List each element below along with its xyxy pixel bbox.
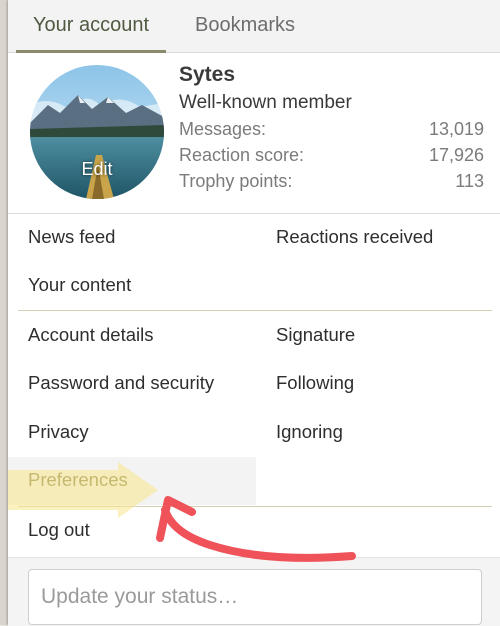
link-following[interactable]: Following xyxy=(276,371,354,395)
status-input[interactable] xyxy=(28,569,482,625)
link-password-security[interactable]: Password and security xyxy=(28,371,214,395)
link-log-out[interactable]: Log out xyxy=(28,518,90,542)
link-news-feed[interactable]: News feed xyxy=(28,225,115,249)
username[interactable]: Sytes xyxy=(179,63,235,87)
link-privacy[interactable]: Privacy xyxy=(28,420,89,444)
avatar[interactable]: Edit xyxy=(30,65,164,199)
menu-divider xyxy=(18,310,492,311)
link-your-content[interactable]: Your content xyxy=(28,273,131,297)
stat-label: Reaction score: xyxy=(179,145,305,165)
account-menu: Your account Bookmarks Edit Sytes Well-k… xyxy=(8,0,500,626)
stat-value: 13,019 xyxy=(428,119,484,139)
menu-tabs: Your account Bookmarks xyxy=(8,0,500,53)
link-ignoring[interactable]: Ignoring xyxy=(276,420,343,444)
page-background-left xyxy=(0,0,8,625)
stat-value: 17,926 xyxy=(428,145,484,165)
link-account-details[interactable]: Account details xyxy=(28,323,153,347)
user-title: Well-known member xyxy=(179,92,352,113)
link-signature[interactable]: Signature xyxy=(276,323,355,347)
profile-summary: Edit Sytes Well-known member Messages: 1… xyxy=(8,53,500,214)
stat-value: 113 xyxy=(455,171,484,191)
status-update-area xyxy=(8,557,500,626)
tab-bookmarks[interactable]: Bookmarks xyxy=(170,0,320,50)
tab-your-account[interactable]: Your account xyxy=(16,0,166,53)
link-reactions-received[interactable]: Reactions received xyxy=(276,225,433,249)
menu-divider xyxy=(18,506,492,507)
stat-label: Messages: xyxy=(179,119,267,139)
stat-label: Trophy points: xyxy=(179,171,293,191)
link-preferences[interactable]: Preferences xyxy=(28,468,128,492)
avatar-edit-label[interactable]: Edit xyxy=(30,159,164,180)
